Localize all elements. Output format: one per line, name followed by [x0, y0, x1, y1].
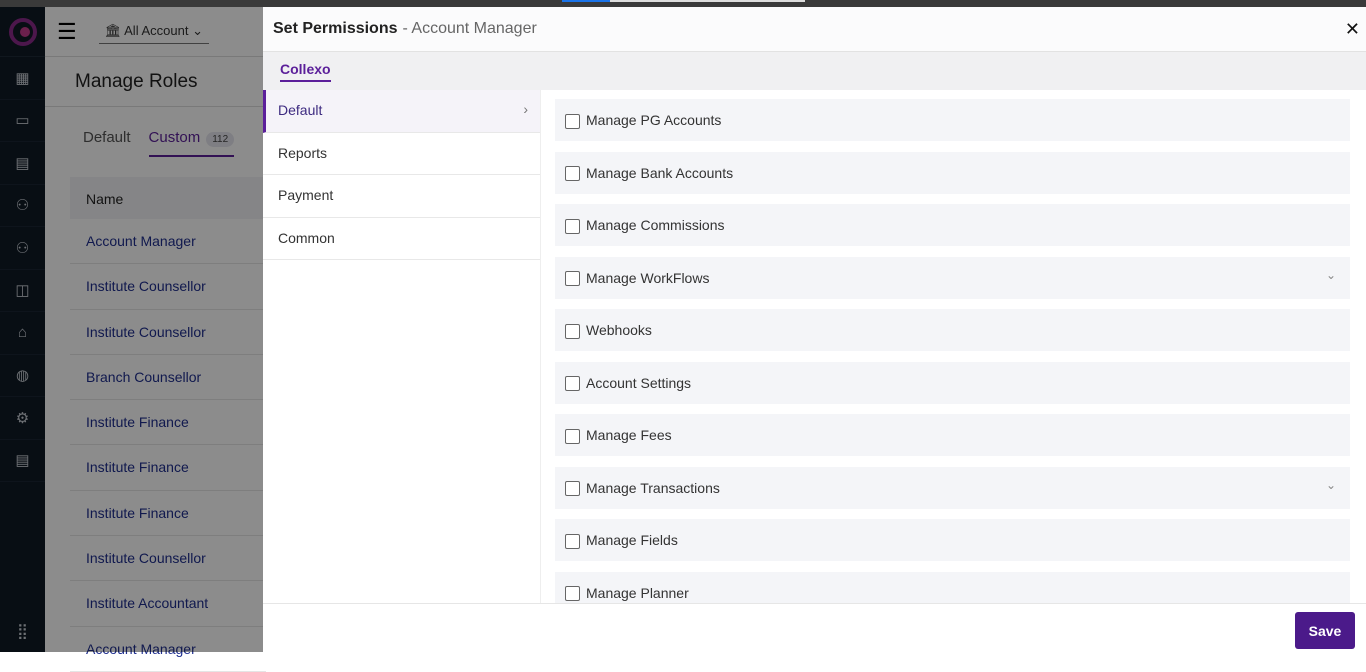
checkbox[interactable] — [565, 533, 580, 549]
permission-item[interactable]: Account Settings — [555, 361, 1350, 404]
modal-title: Set Permissions — [273, 20, 398, 37]
modal-backdrop[interactable] — [0, 7, 266, 652]
permission-item[interactable]: Manage Planner — [555, 571, 1350, 603]
category-default[interactable]: Default › — [263, 90, 540, 133]
permission-label: Manage Planner — [586, 584, 689, 601]
permission-item[interactable]: Manage PG Accounts — [555, 99, 1350, 141]
permission-label: Manage Commissions — [586, 217, 725, 233]
category-list: Default › Reports Payment Common — [263, 90, 540, 260]
checkbox[interactable] — [565, 481, 580, 496]
chevron-down-icon[interactable]: ⌄ — [1326, 478, 1336, 492]
checkbox[interactable] — [565, 428, 580, 444]
checkbox[interactable] — [565, 271, 580, 286]
browser-top-strip — [0, 0, 1366, 7]
close-icon[interactable]: ✕ — [1345, 19, 1360, 40]
chevron-right-icon: › — [523, 101, 528, 117]
modal-role: - Account Manager — [402, 20, 537, 37]
permissions-list: Manage PG Accounts Manage Bank Accounts Ma… — [540, 90, 1366, 603]
permission-item[interactable]: Manage WorkFlows ⌄ — [555, 256, 1350, 299]
permission-label: Account Settings — [586, 374, 692, 391]
permission-label: Manage Fees — [586, 427, 672, 443]
permission-item[interactable]: Manage Fields — [555, 519, 1350, 561]
permission-item[interactable]: Webhooks — [555, 309, 1350, 351]
checkbox[interactable] — [565, 586, 580, 601]
permission-label: Manage PG Accounts — [586, 112, 722, 128]
set-permissions-modal: Set Permissions - Account Manager ✕ Coll… — [263, 7, 1366, 652]
permission-item[interactable]: Manage Transactions ⌄ — [555, 466, 1350, 509]
permission-label: Webhooks — [586, 322, 652, 338]
save-button[interactable]: Save — [1295, 612, 1355, 649]
permission-label: Manage Transactions — [586, 479, 720, 496]
category-payment[interactable]: Payment — [263, 175, 540, 218]
checkbox[interactable] — [565, 166, 580, 181]
permission-label: Manage WorkFlows — [586, 269, 710, 286]
checkbox[interactable] — [565, 376, 580, 391]
checkbox[interactable] — [565, 113, 580, 129]
permission-item[interactable]: Manage Bank Accounts — [555, 151, 1350, 194]
category-label: Default — [278, 102, 323, 118]
permission-label: Manage Bank Accounts — [586, 164, 734, 181]
permission-label: Manage Fields — [586, 532, 678, 548]
category-reports[interactable]: Reports — [263, 133, 540, 175]
checkbox[interactable] — [565, 218, 580, 234]
permission-item[interactable]: Manage Fees — [555, 414, 1350, 456]
tab-collexo[interactable]: Collexo — [280, 61, 331, 82]
category-common[interactable]: Common — [263, 218, 540, 260]
chevron-down-icon[interactable]: ⌄ — [1326, 268, 1336, 282]
checkbox[interactable] — [565, 323, 580, 339]
permission-item[interactable]: Manage Commissions — [555, 204, 1350, 246]
